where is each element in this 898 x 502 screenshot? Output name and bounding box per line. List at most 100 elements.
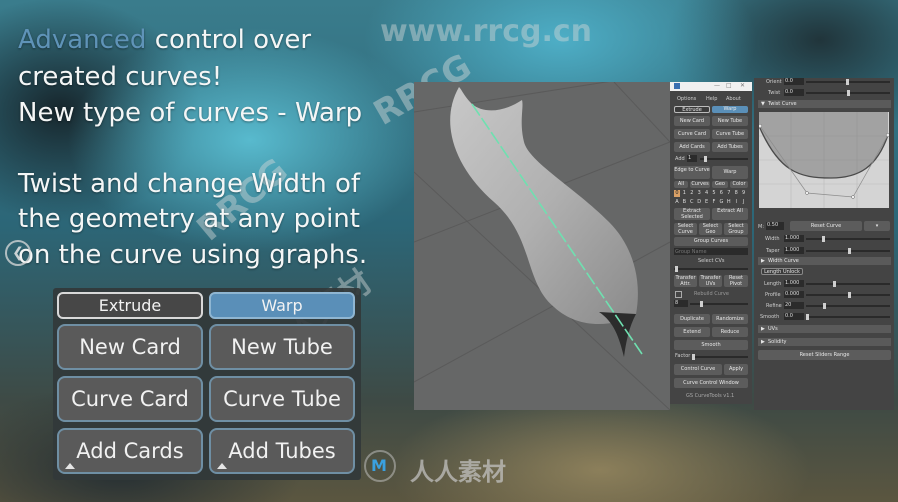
menu-options[interactable]: Options: [677, 96, 696, 102]
slider-handle[interactable]: [823, 303, 826, 309]
slider-handle[interactable]: [700, 301, 703, 307]
twist-curve-graph[interactable]: [757, 112, 891, 208]
add-tubes-button[interactable]: Add Tubes: [209, 428, 355, 474]
rebuild-curve-slider[interactable]: [690, 301, 748, 307]
transfer-attr-button[interactable]: Transfer Attr.: [674, 275, 697, 287]
randomize-button[interactable]: Randomize: [712, 314, 748, 324]
twist-curve-section[interactable]: ▼ Twist Curve: [758, 100, 891, 108]
slider-handle[interactable]: [806, 314, 809, 320]
layer-button[interactable]: 0: [674, 190, 680, 197]
profile-slider[interactable]: [806, 292, 890, 298]
add-cards-button[interactable]: Add Cards: [57, 428, 203, 474]
mode-warp-button[interactable]: Warp: [712, 106, 748, 113]
slider-handle[interactable]: [675, 266, 678, 272]
solidity-section[interactable]: ▶ Solidity: [758, 338, 891, 346]
slider-handle[interactable]: [847, 90, 850, 96]
width-curve-section[interactable]: ▶ Width Curve: [758, 257, 891, 265]
orient-field[interactable]: 0.0: [784, 78, 804, 85]
profile-field[interactable]: 0.000: [784, 291, 804, 298]
new-tube-button[interactable]: New Tube: [209, 324, 355, 370]
layer-button[interactable]: 2: [689, 190, 695, 197]
rebuild-curve-field[interactable]: 8: [674, 300, 688, 307]
layer-button[interactable]: 8: [733, 190, 739, 197]
menu-about[interactable]: About: [726, 96, 741, 102]
length-field[interactable]: 1.000: [784, 280, 804, 287]
extract-selected-button[interactable]: Extract Selected: [674, 208, 710, 220]
reset-sliders-range-button[interactable]: Reset Sliders Range: [758, 350, 891, 360]
layer-button[interactable]: C: [689, 199, 695, 206]
layer-button[interactable]: A: [674, 199, 680, 206]
twist-field[interactable]: 0.0: [784, 89, 804, 96]
curve-options-button[interactable]: ▾: [864, 221, 890, 231]
length-unlock-button[interactable]: Length Unlock: [761, 268, 803, 275]
layer-button[interactable]: I: [733, 199, 739, 206]
layer-button[interactable]: 4: [704, 190, 710, 197]
add-cards-button[interactable]: Add Cards: [674, 142, 710, 152]
layer-button[interactable]: 5: [711, 190, 717, 197]
transfer-uvs-button[interactable]: Transfer UVs: [699, 275, 722, 287]
factor-slider[interactable]: [692, 354, 748, 360]
layer-button[interactable]: 9: [741, 190, 747, 197]
control-curve-button[interactable]: Control Curve: [674, 364, 722, 375]
orient-slider[interactable]: [806, 79, 890, 85]
curve-card-button[interactable]: Curve Card: [674, 129, 710, 139]
refine-field[interactable]: 20: [784, 302, 804, 309]
uvs-section[interactable]: ▶ UVs: [758, 325, 891, 333]
extract-all-button[interactable]: Extract All: [712, 208, 748, 220]
curve-card-button[interactable]: Curve Card: [57, 376, 203, 422]
minimize-icon[interactable]: —: [714, 82, 720, 89]
curve-tube-button[interactable]: Curve Tube: [712, 129, 748, 139]
select-cvs-slider[interactable]: [674, 266, 748, 272]
prev-slide-button[interactable]: ❮: [5, 240, 31, 266]
reset-curve-button[interactable]: Reset Curve: [790, 221, 862, 231]
layer-button[interactable]: J: [741, 199, 747, 206]
select-curve-button[interactable]: Select Curve: [674, 223, 697, 235]
taper-slider[interactable]: [806, 248, 890, 254]
twist-slider[interactable]: [806, 90, 890, 96]
new-card-button[interactable]: New Card: [57, 324, 203, 370]
layer-button[interactable]: E: [704, 199, 710, 206]
add-tubes-button[interactable]: Add Tubes: [712, 142, 748, 152]
mode-extrude-button[interactable]: Extrude: [674, 106, 710, 113]
length-slider[interactable]: [806, 281, 890, 287]
select-group-button[interactable]: Select Group: [724, 223, 748, 235]
add-count-slider[interactable]: [700, 156, 748, 162]
maximize-icon[interactable]: □: [726, 82, 732, 89]
layer-button[interactable]: 3: [696, 190, 702, 197]
taper-field[interactable]: 1.000: [784, 247, 804, 254]
viewport-3d[interactable]: [414, 82, 670, 410]
filter-tab-all[interactable]: All: [674, 181, 688, 188]
slider-handle[interactable]: [848, 292, 851, 298]
layer-button[interactable]: H: [726, 199, 732, 206]
group-curves-button[interactable]: Group Curves: [674, 237, 748, 246]
new-tube-button[interactable]: New Tube: [712, 116, 748, 126]
width-field[interactable]: 1.000: [784, 235, 804, 242]
filter-tab-curves[interactable]: Curves: [690, 181, 710, 188]
layer-button[interactable]: F: [711, 199, 717, 206]
new-card-button[interactable]: New Card: [674, 116, 710, 126]
warp-button[interactable]: Warp: [712, 166, 748, 179]
smooth-field[interactable]: 0.0: [784, 313, 804, 320]
group-name-input[interactable]: [674, 248, 748, 255]
layer-button[interactable]: 1: [681, 190, 687, 197]
layer-button[interactable]: 7: [726, 190, 732, 197]
curve-control-window-button[interactable]: Curve Control Window: [674, 378, 748, 388]
reset-pivot-button[interactable]: Reset Pivot: [724, 275, 748, 287]
width-slider[interactable]: [806, 236, 890, 242]
smooth-slider[interactable]: [806, 314, 890, 320]
layer-button[interactable]: B: [681, 199, 687, 206]
select-geo-button[interactable]: Select Geo: [699, 223, 722, 235]
layer-button[interactable]: D: [696, 199, 702, 206]
slider-handle[interactable]: [833, 281, 836, 287]
apply-button[interactable]: Apply: [724, 364, 748, 375]
slider-handle[interactable]: [704, 156, 707, 162]
slider-handle[interactable]: [846, 79, 849, 85]
slider-handle[interactable]: [822, 236, 825, 242]
mode-warp-button[interactable]: Warp: [209, 292, 355, 319]
magnet-field[interactable]: 0.50: [766, 222, 784, 230]
smooth-button[interactable]: Smooth: [674, 340, 748, 350]
close-icon[interactable]: ✕: [740, 82, 745, 89]
rebuild-curve-checkbox[interactable]: [675, 291, 682, 298]
filter-tab-geo[interactable]: Geo: [712, 181, 728, 188]
mode-extrude-button[interactable]: Extrude: [57, 292, 203, 319]
